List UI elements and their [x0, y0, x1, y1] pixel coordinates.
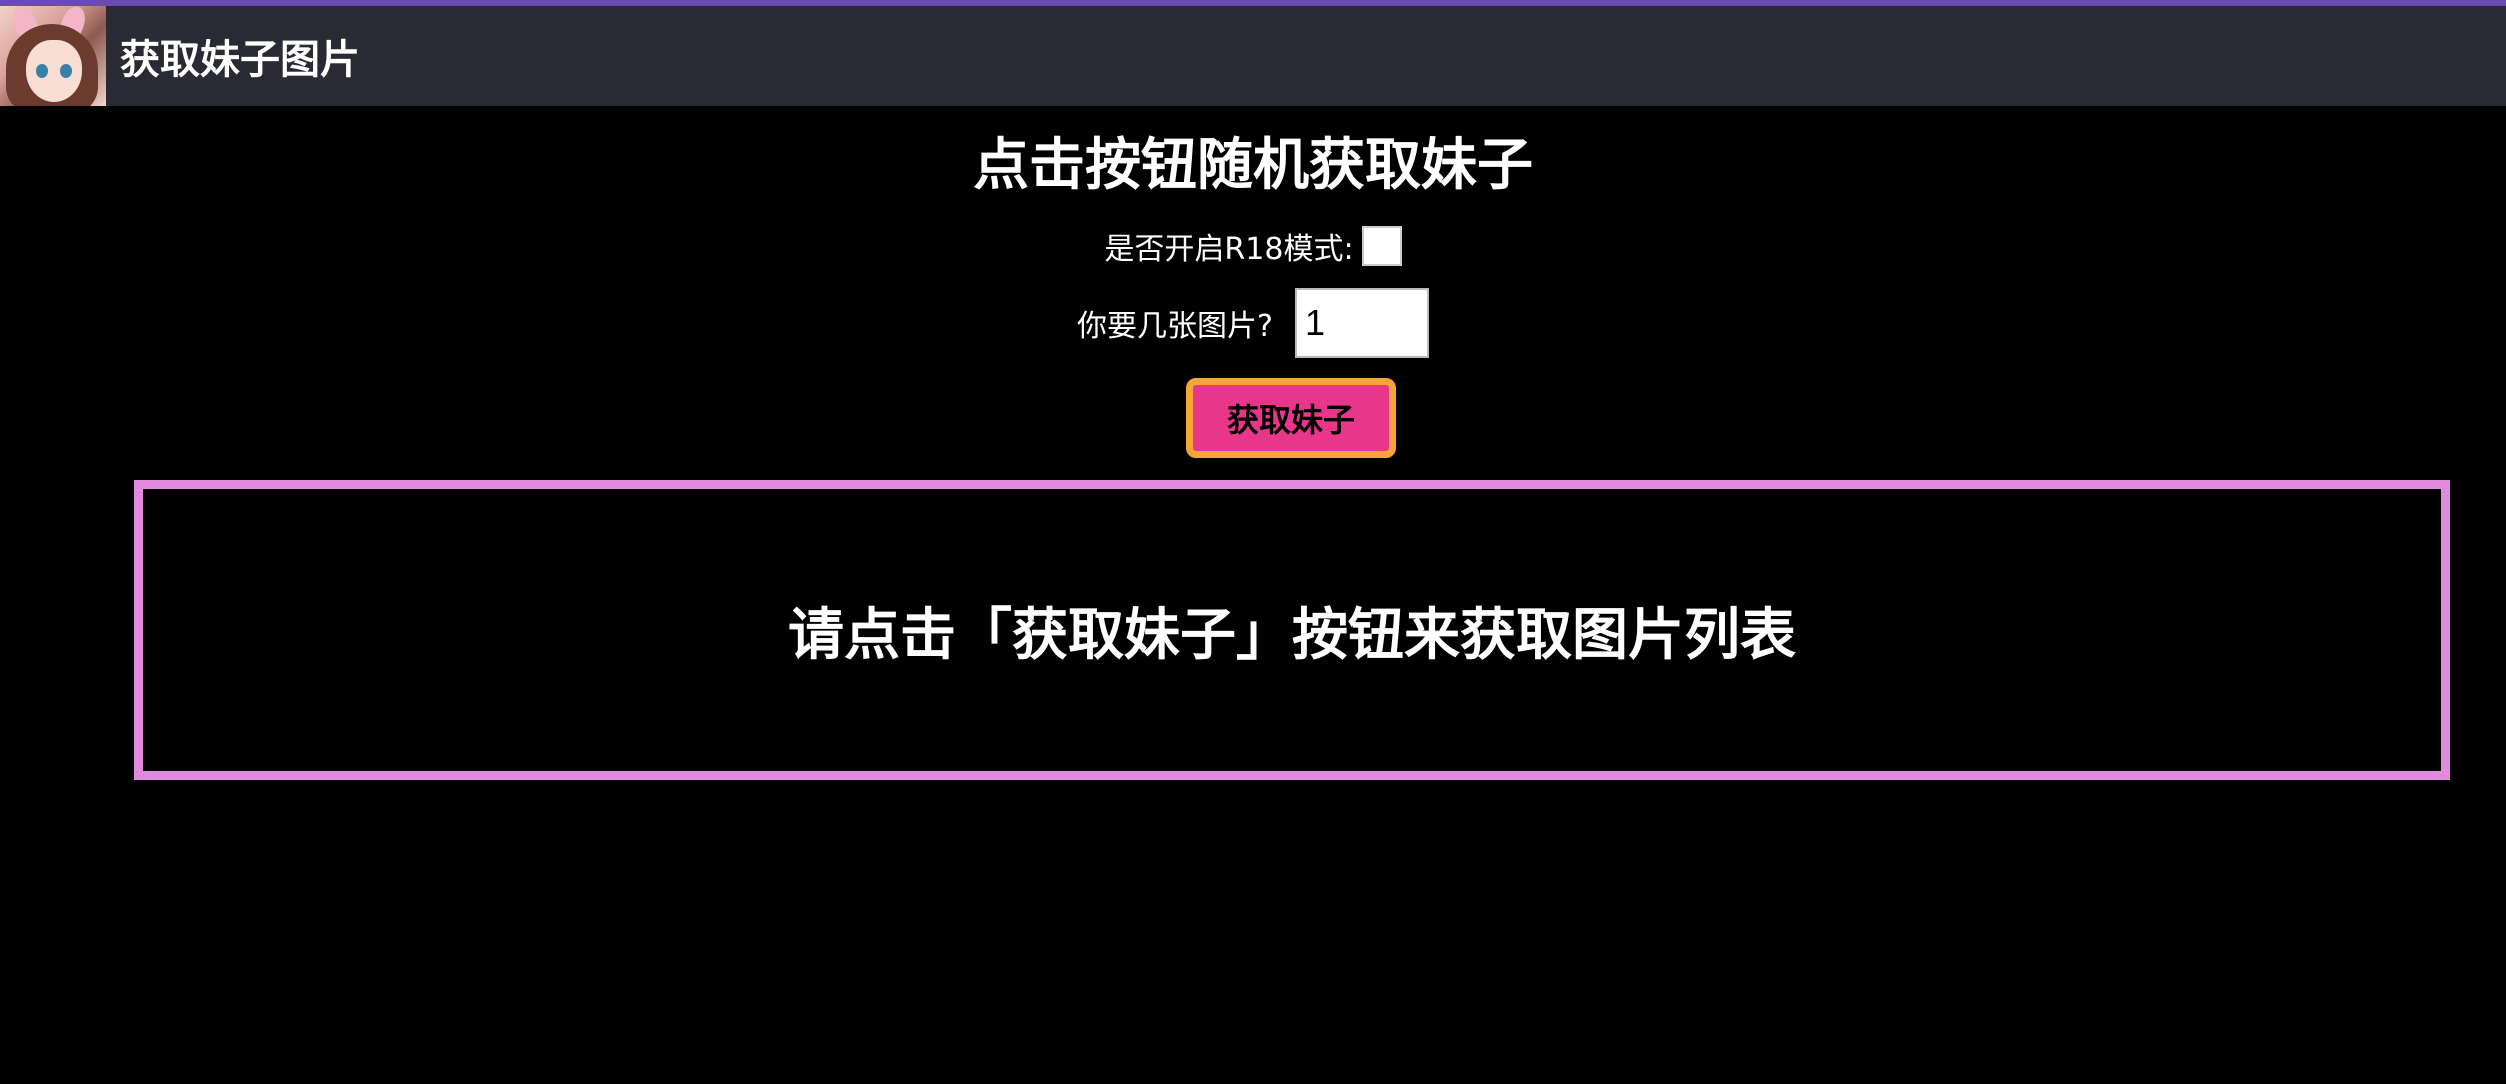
avatar-face	[26, 40, 82, 102]
avatar-eye	[60, 64, 72, 78]
avatar-eye	[36, 64, 48, 78]
app-title: 获取妹子图片	[120, 37, 360, 83]
image-count-input[interactable]	[1294, 288, 1429, 358]
image-count-label: 你要几张图片?	[1077, 309, 1273, 344]
avatar	[0, 6, 106, 106]
app-header: 获取妹子图片	[0, 6, 2506, 106]
result-placeholder-text: 请点击「获取妹子」按钮来获取图片列表	[788, 602, 1796, 668]
r18-mode-row: 是否开启R18模式:	[0, 224, 2506, 268]
r18-mode-checkbox[interactable]	[1361, 226, 1402, 266]
image-list-container: 请点击「获取妹子」按钮来获取图片列表	[134, 480, 2450, 780]
get-images-button[interactable]: 获取妹子	[1186, 378, 1396, 458]
page-title: 点击按钮随机获取妹子	[973, 133, 1533, 198]
r18-mode-label: 是否开启R18模式:	[1104, 232, 1354, 267]
image-count-row: 你要几张图片?	[0, 288, 2506, 358]
